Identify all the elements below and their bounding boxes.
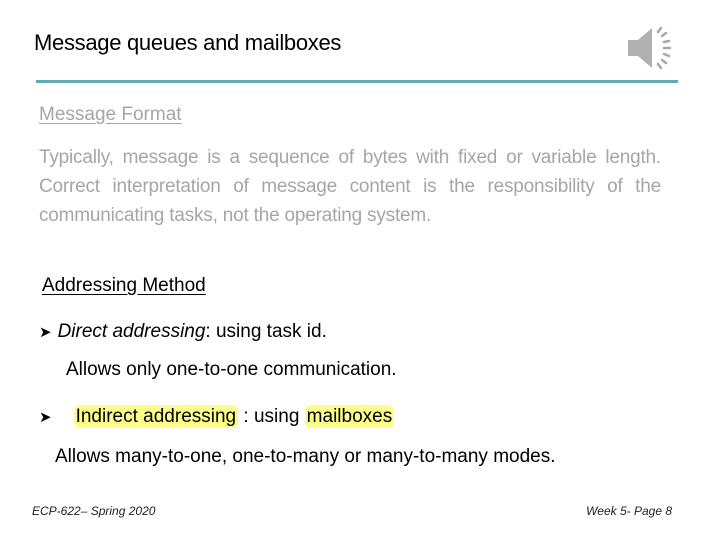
direct-addressing-note: Allows only one-to-one communication. xyxy=(66,359,397,380)
addressing-method-heading: Addressing Method xyxy=(42,275,206,296)
message-format-heading: Message Format xyxy=(39,104,182,125)
direct-addressing-term: Direct addressing xyxy=(57,321,206,342)
message-format-paragraph: Typically, message is a sequence of byte… xyxy=(39,147,661,226)
indirect-addressing-desc: : using xyxy=(238,406,305,427)
indirect-addressing-note: Allows many-to-one, one-to-many or many-… xyxy=(55,446,556,467)
footer-page-number: Week 5- Page 8 xyxy=(586,504,672,518)
direct-addressing-desc: : using task id. xyxy=(205,321,327,342)
speaker-icon[interactable] xyxy=(624,22,676,74)
footer-course: ECP-622– Spring 2020 xyxy=(32,504,156,518)
bullet-direct-addressing: ➤ Direct addressing: using task id. xyxy=(39,321,327,343)
arrow-bullet-icon: ➤ xyxy=(39,324,52,341)
indirect-addressing-term: Indirect addressing xyxy=(73,405,239,428)
slide-title: Message queues and mailboxes xyxy=(34,30,342,55)
mailboxes-term: mailboxes xyxy=(304,405,395,428)
bullet-indirect-addressing: ➤ Indirect addressing : using mailboxes xyxy=(39,405,395,428)
title-divider xyxy=(36,80,678,83)
arrow-bullet-icon: ➤ xyxy=(39,409,52,426)
